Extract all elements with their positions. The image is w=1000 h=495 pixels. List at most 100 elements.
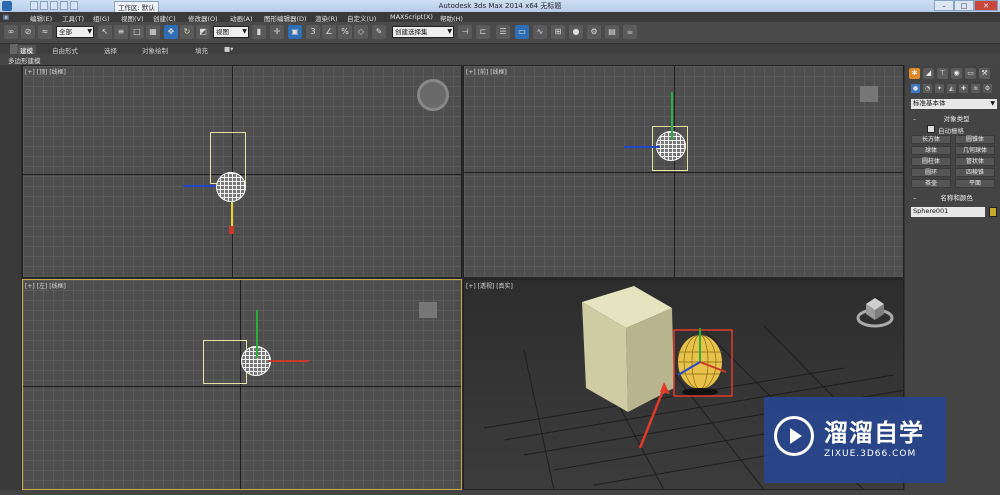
- viewport-label-top[interactable]: [+] [顶] [线框]: [25, 67, 66, 76]
- ref-coord-dropdown[interactable]: 视图 ▼: [213, 26, 249, 38]
- plane-button[interactable]: 平面: [955, 179, 995, 188]
- menu-maxscript[interactable]: MAXScript(X): [390, 13, 433, 21]
- select-move-icon[interactable]: ✥: [164, 25, 178, 39]
- shapes-icon[interactable]: ◔: [923, 84, 932, 93]
- modify-tab-icon[interactable]: ◢: [923, 68, 934, 79]
- edit-named-selection-icon[interactable]: ✎: [372, 25, 386, 39]
- viewcube-icon[interactable]: [860, 86, 878, 102]
- viewport-left[interactable]: [+] [左] [线框]: [22, 279, 462, 490]
- cylinder-button[interactable]: 圆柱体: [911, 157, 951, 166]
- teapot-button[interactable]: 茶壶: [911, 179, 951, 188]
- select-object-icon[interactable]: ↖: [98, 25, 112, 39]
- schematic-view-icon[interactable]: ⊞: [551, 25, 565, 39]
- main-toolbar: ∞ ⊘ ≈ 全部 ▼ ↖ ≡ □ ▦ ✥ ↻ ◩ 视图 ▼ ▮ ✛ ▣ 3 ∠ % …: [0, 22, 1000, 44]
- primitive-category-value: 标准基本体: [913, 99, 946, 107]
- motion-tab-icon[interactable]: ◉: [951, 68, 962, 79]
- autogrid-checkbox[interactable]: [927, 125, 935, 133]
- bind-space-warp-icon[interactable]: ≈: [38, 25, 52, 39]
- rollout-toggle-icon: –: [913, 194, 917, 202]
- utilities-tab-icon[interactable]: ⚒: [979, 68, 990, 79]
- ribbon-panel-label[interactable]: 多边形建模: [8, 55, 41, 65]
- select-manipulate-icon[interactable]: ✛: [270, 25, 284, 39]
- mirror-icon[interactable]: ⊣: [458, 25, 472, 39]
- close-button[interactable]: ✕: [974, 0, 998, 11]
- rect-selection-icon[interactable]: □: [130, 25, 144, 39]
- gizmo-x-axis[interactable]: [624, 146, 660, 148]
- object-type-header[interactable]: – 对象类型: [911, 115, 997, 124]
- viewport-front[interactable]: [+] [前] [线框]: [463, 65, 904, 278]
- autogrid-label: 自动栅格: [938, 127, 964, 135]
- chevron-down-icon: ▼: [87, 28, 92, 35]
- spacewarps-icon[interactable]: ≋: [971, 84, 980, 93]
- title-bar: 工作区: 默认 Autodesk 3ds Max 2014 x64 无标题 – …: [0, 0, 1000, 13]
- select-rotate-icon[interactable]: ↻: [180, 25, 194, 39]
- spinner-snap-icon[interactable]: ◇: [354, 25, 368, 39]
- cameras-icon[interactable]: ◭: [947, 84, 956, 93]
- gizmo-y-axis[interactable]: [269, 360, 309, 362]
- app-window: 工作区: 默认 Autodesk 3ds Max 2014 x64 无标题 – …: [0, 0, 1000, 495]
- percent-snap-icon[interactable]: %: [338, 25, 352, 39]
- graphite-toggle-icon[interactable]: ▭: [515, 25, 529, 39]
- display-tab-icon[interactable]: ▭: [965, 68, 976, 79]
- systems-icon[interactable]: ⚙: [983, 84, 992, 93]
- hierarchy-tab-icon[interactable]: ⊤: [937, 68, 948, 79]
- selection-filter-dropdown[interactable]: 全部 ▼: [56, 26, 94, 38]
- viewport-top[interactable]: [+] [顶] [线框]: [22, 65, 462, 278]
- lights-icon[interactable]: ✦: [935, 84, 944, 93]
- render-production-icon[interactable]: ☕: [623, 25, 637, 39]
- snaps-toggle-icon[interactable]: 3: [306, 25, 320, 39]
- pyramid-button[interactable]: 四棱锥: [955, 168, 995, 177]
- watermark-logo: 溜溜自学 ZIXUE.3D66.COM: [764, 397, 946, 483]
- app-menu-icon[interactable]: ▣: [3, 13, 9, 21]
- torus-button[interactable]: 圆环: [911, 168, 951, 177]
- object-color-swatch[interactable]: [989, 207, 997, 217]
- tube-button[interactable]: 管状体: [955, 157, 995, 166]
- render-setup-icon[interactable]: ⚙: [587, 25, 601, 39]
- keyboard-shortcut-icon[interactable]: ▣: [288, 25, 302, 39]
- chevron-down-icon: ▼: [242, 28, 247, 35]
- rendered-frame-icon[interactable]: ▤: [605, 25, 619, 39]
- link-icon[interactable]: ∞: [4, 25, 18, 39]
- viewcube-icon[interactable]: [419, 302, 437, 318]
- left-tool-strip: [0, 65, 22, 490]
- geosphere-button[interactable]: 几何球体: [955, 146, 995, 155]
- named-selection-dropdown[interactable]: 创建选择集 ▼: [392, 26, 454, 38]
- window-crossing-icon[interactable]: ▦: [146, 25, 160, 39]
- ref-coord-value: 视图: [216, 28, 229, 36]
- align-icon[interactable]: ⊏: [476, 25, 490, 39]
- grid-axis-vertical: [674, 66, 675, 277]
- primitive-category-dropdown[interactable]: 标准基本体 ▼: [911, 99, 997, 109]
- gizmo-x-axis[interactable]: [183, 185, 216, 187]
- name-color-header[interactable]: – 名称和颜色: [911, 194, 997, 203]
- material-editor-icon[interactable]: ●: [569, 25, 583, 39]
- ribbon-options-icon[interactable]: ■▾: [224, 45, 233, 53]
- object-name-input[interactable]: Sphere001: [911, 207, 985, 217]
- select-scale-icon[interactable]: ◩: [196, 25, 210, 39]
- cone-button[interactable]: 圆锥体: [955, 135, 995, 144]
- viewcube-icon[interactable]: [856, 298, 894, 328]
- create-tab-icon[interactable]: ✱: [909, 68, 920, 79]
- play-triangle-icon: [790, 428, 802, 444]
- viewcube-icon[interactable]: [417, 79, 449, 111]
- pivot-center-icon[interactable]: ▮: [252, 25, 266, 39]
- minimize-button[interactable]: –: [934, 0, 954, 11]
- object-type-title: 对象类型: [943, 115, 970, 123]
- sphere-button[interactable]: 球体: [911, 146, 951, 155]
- box-button[interactable]: 长方体: [911, 135, 951, 144]
- helpers-icon[interactable]: ✚: [959, 84, 968, 93]
- select-by-name-icon[interactable]: ≡: [114, 25, 128, 39]
- geometry-icon[interactable]: ●: [911, 84, 920, 93]
- sphere-object-wireframe[interactable]: [216, 172, 246, 202]
- layer-explorer-icon[interactable]: ☰: [496, 25, 510, 39]
- maximize-button[interactable]: □: [954, 0, 974, 11]
- viewport-label-left[interactable]: [+] [左] [线框]: [25, 281, 66, 290]
- viewport-label-front[interactable]: [+] [前] [线框]: [466, 67, 507, 76]
- chevron-down-icon: ▼: [990, 100, 995, 107]
- gizmo-y-arrow[interactable]: [229, 226, 234, 234]
- gizmo-z-axis[interactable]: [256, 310, 258, 358]
- unlink-icon[interactable]: ⊘: [21, 25, 35, 39]
- curve-editor-icon[interactable]: ∿: [533, 25, 547, 39]
- sphere-shadow: [682, 388, 718, 396]
- gizmo-z-axis[interactable]: [671, 92, 673, 140]
- angle-snap-icon[interactable]: ∠: [322, 25, 336, 39]
